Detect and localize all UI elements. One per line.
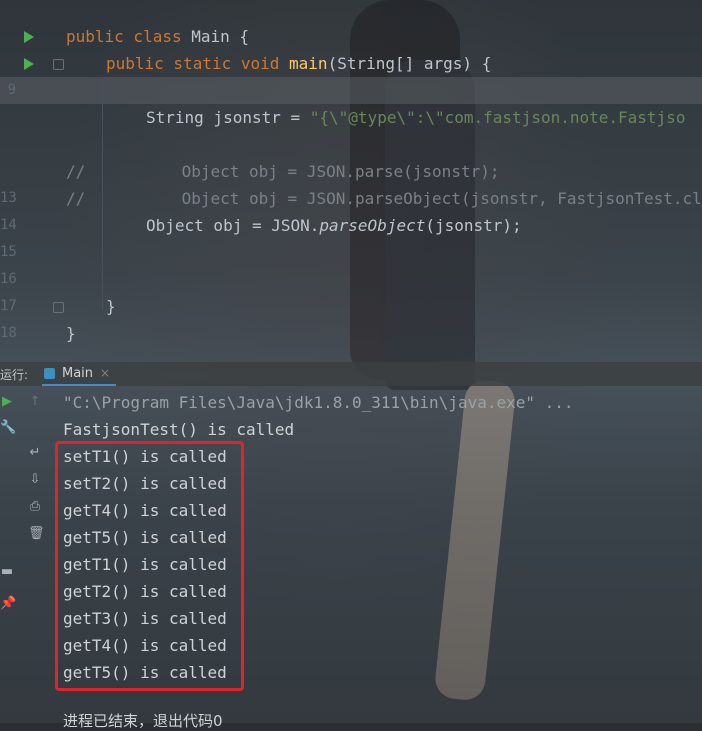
code-line-12[interactable]: 18 } [0, 320, 702, 347]
code-line-3[interactable]: 9 [0, 77, 702, 104]
keyword: public class [66, 27, 192, 46]
code-token: String jsonstr = [146, 108, 310, 127]
code-line-9[interactable]: 15 [0, 239, 702, 266]
code-text: public static void main(String[] args) { [106, 50, 491, 77]
code-token: (String[] args) { [327, 54, 492, 73]
rerun-icon[interactable]: ▶ [0, 395, 14, 409]
fold-marker-icon[interactable] [53, 59, 64, 70]
code-editor[interactable]: public class Main { public static void m… [0, 0, 702, 360]
scroll-to-end-icon[interactable]: ⇩ [28, 473, 42, 487]
fold-marker-icon[interactable] [53, 302, 64, 313]
run-class-icon[interactable] [24, 31, 34, 43]
comment: // Object obj = JSON.parse(jsonstr); [66, 162, 500, 181]
line-number: 14 [0, 217, 17, 233]
code-line-11[interactable]: 17 } [0, 293, 702, 320]
code-text: // Object obj = JSON.parseObject(jsonstr… [66, 185, 702, 212]
run-config-icon [44, 368, 55, 379]
line-number: 15 [0, 244, 17, 260]
tab-main-label: Main [62, 366, 94, 381]
line-number: 13 [0, 190, 17, 206]
line-number: 9 [7, 82, 16, 98]
code-token: } [106, 297, 116, 316]
tab-active-indicator [42, 384, 116, 386]
code-text: } [106, 293, 116, 320]
line-number: 17 [0, 298, 17, 314]
soft-wrap-icon[interactable]: ↵ [28, 446, 42, 460]
wrench-icon[interactable]: 🔧 [0, 421, 16, 435]
code-text: public class Main { [66, 23, 249, 50]
code-line-7[interactable]: 13 // Object obj = JSON.parseObject(json… [0, 185, 702, 212]
code-token: Object obj = JSON. [146, 216, 320, 235]
pin-icon[interactable]: 📌 [0, 597, 16, 611]
code-line-10[interactable]: 16 [0, 266, 702, 293]
code-text: String jsonstr = "{\"@type\":\"com.fastj… [146, 104, 685, 131]
scroll-up-icon[interactable]: ↑ [28, 395, 42, 409]
string-literal: "{\"@type\":\"com.fastjson.note.Fastjso [309, 108, 686, 127]
print-icon[interactable]: ⎙ [28, 500, 42, 514]
wallpaper-legs [433, 378, 517, 702]
red-highlight-box [55, 441, 244, 691]
run-label: 运行: [0, 368, 29, 382]
code-text: // Object obj = JSON.parse(jsonstr); [66, 158, 499, 185]
code-text: } [66, 320, 76, 347]
tab-main[interactable]: Main × [42, 362, 116, 386]
code-text: Object obj = JSON.parseObject(jsonstr); [146, 212, 522, 239]
code-line-2[interactable]: public static void main(String[] args) { [0, 50, 702, 77]
code-line-4[interactable]: String jsonstr = "{\"@type\":\"com.fastj… [0, 104, 702, 131]
console-command: "C:\Program Files\Java\jdk1.8.0_311\bin\… [63, 393, 574, 412]
line-number: 16 [0, 271, 17, 287]
keyword: public static void [106, 54, 290, 73]
trash-icon[interactable]: 🗑 [28, 527, 45, 541]
line-number: 18 [0, 325, 17, 341]
code-line-8[interactable]: 14 Object obj = JSON.parseObject(jsonstr… [0, 212, 702, 239]
run-tool-window-header: 运行: Main × [0, 362, 702, 386]
method-call: parseObject [319, 216, 426, 235]
code-token: Main { [191, 27, 250, 46]
code-token: } [66, 324, 76, 343]
comment: // Object obj = JSON.parseObject(jsonstr… [66, 189, 702, 208]
code-line-1[interactable]: public class Main { [0, 23, 702, 50]
console-exit-message: 进程已结束，退出代码0 [63, 712, 223, 730]
code-token: (jsonstr); [425, 216, 522, 235]
tab-close-icon[interactable]: × [100, 366, 110, 380]
run-method-icon[interactable] [24, 58, 34, 70]
method-name: main [289, 54, 328, 73]
layout-icon[interactable]: ▬ [0, 565, 14, 579]
code-line-6[interactable]: // Object obj = JSON.parse(jsonstr); [0, 158, 702, 185]
console-line: FastjsonTest() is called [63, 420, 295, 439]
